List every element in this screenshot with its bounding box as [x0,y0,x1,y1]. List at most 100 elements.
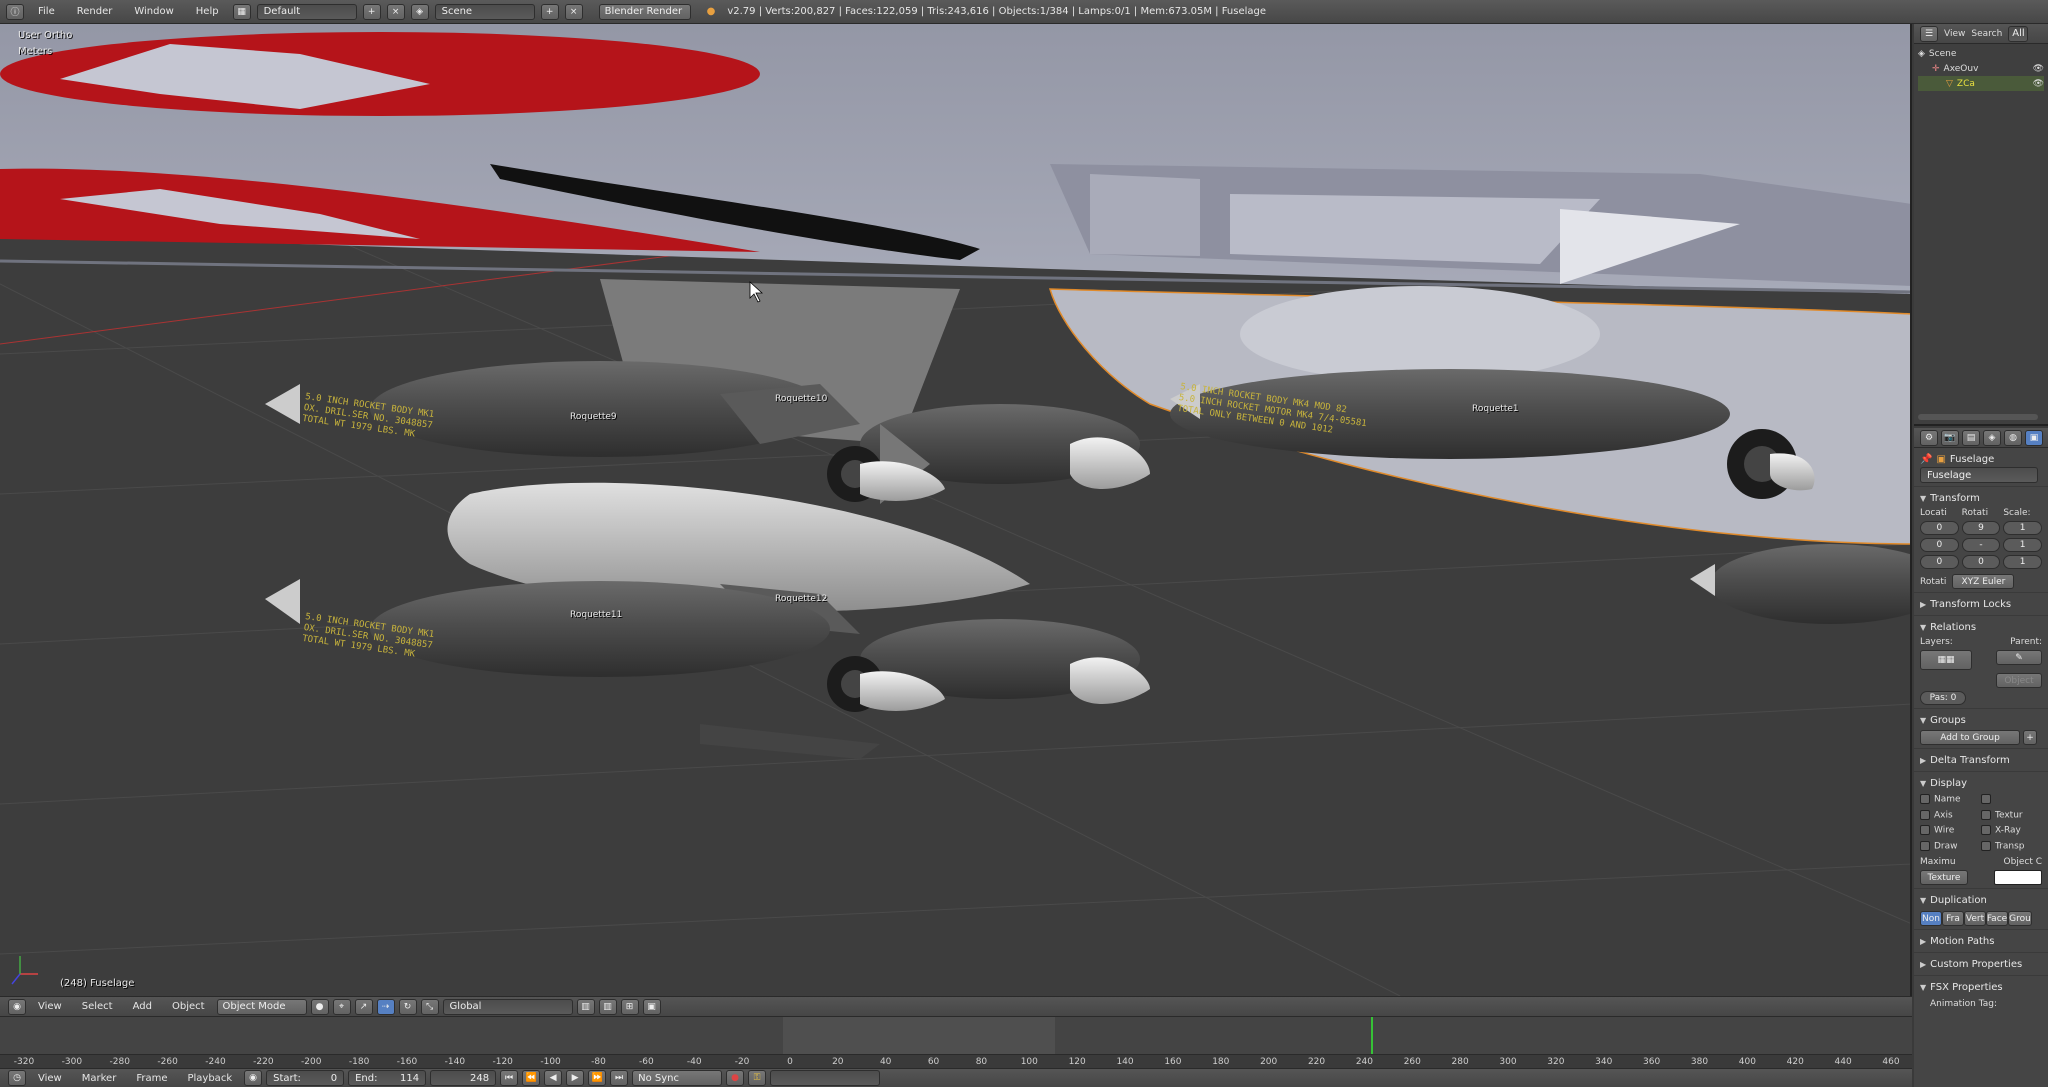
groups-header[interactable]: ▼ Groups [1920,712,2042,728]
object-color-swatch[interactable] [1994,870,2042,885]
current-frame-marker[interactable] [1371,1017,1373,1055]
outliner-display-selector[interactable]: All [2008,25,2029,42]
menu-select[interactable]: Select [74,1001,121,1012]
outliner-editor-icon[interactable]: ☰ [1920,25,1938,42]
scene-icon[interactable]: ◈ [410,3,429,20]
menu-add[interactable]: Add [125,1001,160,1012]
menu-object[interactable]: Object [164,1001,213,1012]
keyset-icon[interactable]: ⚿ [748,1070,767,1086]
jump-end-icon[interactable]: ⏭ [610,1070,629,1086]
relations-header[interactable]: ▼ Relations [1920,619,2042,635]
display-wire-check[interactable]: Wire [1920,825,1981,836]
location-x[interactable]: 0 [1920,521,1959,535]
add-layout-icon[interactable]: + [362,3,381,20]
add-to-group-button[interactable]: Add to Group [1920,730,2020,745]
outliner[interactable]: ☰ View Search All ◈ Scene ✛ AxeOuv 👁 ▽ ZCa 👁 [1914,24,2048,426]
scale-icon[interactable]: ⤡ [420,998,439,1015]
dupli-group[interactable]: Grou [2008,911,2032,926]
timeline[interactable]: -320 -300 -280 -260 -240 -220 -200 -180 -160 -140… [0,1016,1912,1068]
menu-window[interactable]: Window [126,6,181,17]
menu-marker[interactable]: Marker [74,1073,125,1084]
mode-selector[interactable]: Object Mode [216,998,307,1015]
delta-transform-panel[interactable]: ▶ Delta Transform [1914,748,2048,771]
play-reverse-icon[interactable]: ◀ [544,1070,563,1086]
editor-type-icon[interactable]: ◉ [8,998,26,1015]
display-texture-check[interactable]: Textur [1981,809,2042,820]
dupli-verts[interactable]: Vert [1964,911,1986,926]
next-key-icon[interactable]: ⏩ [588,1070,607,1086]
add-group-icon[interactable]: + [2023,730,2037,745]
shading-icon[interactable]: ● [310,998,329,1015]
remove-scene-icon[interactable]: × [564,3,583,20]
display-draw-check[interactable]: Draw [1920,840,1981,851]
layers-icon[interactable]: ▥ [576,998,595,1015]
translate-icon[interactable]: ⇢ [376,998,395,1015]
scale-x[interactable]: 1 [2003,521,2042,535]
layers2-icon[interactable]: ▥ [598,998,617,1015]
layer-grid[interactable]: ▦▦ [1920,650,1972,670]
start-frame-field[interactable]: Start: 0 [266,1070,345,1086]
menu-playback[interactable]: Playback [179,1073,240,1084]
scale-y[interactable]: 1 [2003,538,2042,552]
visibility-icon[interactable]: 👁 [2033,79,2044,89]
transform-panel-header[interactable]: ▼ Transform [1920,490,2042,506]
render-icon[interactable]: ▣ [642,998,661,1015]
outliner-row-scene[interactable]: ◈ Scene [1918,46,2044,61]
layers-tab-icon[interactable]: ▤ [1962,429,1980,446]
menu-view-tl[interactable]: View [30,1073,70,1084]
render-engine-selector[interactable]: Blender Render [598,3,691,20]
outliner-menu-search[interactable]: Search [1971,29,2002,39]
properties-editor-icon[interactable]: ⚙ [1920,429,1938,446]
rotate-icon[interactable]: ↻ [398,998,417,1015]
display-name-check[interactable]: Name [1920,794,1981,805]
render-tab-icon[interactable]: 📷 [1941,429,1959,446]
keying-set-field[interactable] [770,1070,881,1086]
end-frame-field[interactable]: End: 114 [348,1070,427,1086]
orientation-selector[interactable]: Global [442,998,573,1015]
transform-locks-panel[interactable]: ▶ Transform Locks [1914,592,2048,615]
location-z[interactable]: 0 [1920,555,1959,569]
outliner-row-zca[interactable]: ▽ ZCa 👁 [1918,76,2044,91]
visibility-icon[interactable]: 👁 [2033,64,2044,74]
outliner-scrollbar[interactable] [1918,414,2038,420]
parent-type[interactable]: Object [1996,673,2042,688]
display-header[interactable]: ▼ Display [1920,775,2042,791]
parent-field[interactable]: ✎ [1996,650,2042,665]
snap-icon[interactable]: ⊞ [620,998,639,1015]
rotation-mode-selector[interactable]: XYZ Euler [1952,574,2015,589]
object-tab-icon[interactable]: ▣ [2025,429,2043,446]
menu-view[interactable]: View [30,1001,70,1012]
layout-selector[interactable]: Default [256,3,357,20]
rotation-x[interactable]: 9 [1961,521,2001,535]
layout-icon[interactable]: ▦ [232,3,251,20]
sync-selector[interactable]: No Sync [632,1070,723,1086]
pass-index[interactable]: Pas: 0 [1920,691,1966,705]
menu-render[interactable]: Render [69,6,121,17]
pin-icon[interactable]: 📌 [1920,454,1932,465]
pivot-icon[interactable]: ⌖ [332,998,351,1015]
fsx-properties-panel[interactable]: ▼ FSX Properties Animation Tag: [1914,975,2048,1012]
outliner-menu-view[interactable]: View [1944,29,1965,39]
current-frame-field[interactable]: 248 [430,1070,497,1086]
scale-z[interactable]: 1 [2003,555,2042,569]
rotation-z[interactable]: 0 [1961,555,2001,569]
remove-layout-icon[interactable]: × [386,3,405,20]
record-icon[interactable]: ● [726,1070,745,1086]
scene-selector[interactable]: Scene [434,3,535,20]
play-icon[interactable]: ▶ [566,1070,585,1086]
display-axis-check[interactable]: Axis [1920,809,1981,820]
timeline-editor-icon[interactable]: ◷ [8,1070,26,1086]
display-name-size[interactable] [1981,794,2042,805]
max-draw-type[interactable]: Texture [1920,870,1968,885]
dupli-faces[interactable]: Face [1986,911,2008,926]
scene-tab-icon[interactable]: ◈ [1983,429,2001,446]
world-tab-icon[interactable]: ◍ [2004,429,2022,446]
prev-key-icon[interactable]: ⏪ [522,1070,541,1086]
location-y[interactable]: 0 [1920,538,1959,552]
menu-file[interactable]: File [30,6,63,17]
object-name-field[interactable]: Fuselage [1920,467,2038,483]
keying-icon[interactable]: ◉ [244,1070,263,1086]
dupli-frames[interactable]: Fra [1942,911,1964,926]
menu-help[interactable]: Help [188,6,227,17]
dupli-none[interactable]: Non [1920,911,1942,926]
